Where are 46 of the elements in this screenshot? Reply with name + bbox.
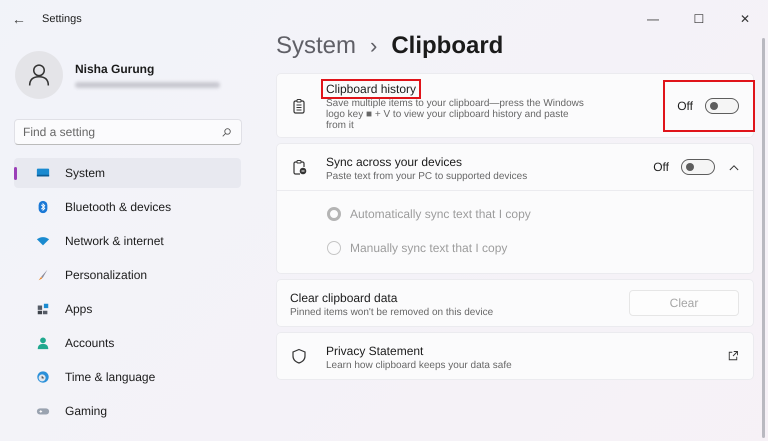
- window-title: Settings: [42, 13, 82, 25]
- shield-icon: [291, 348, 307, 364]
- setting-description: Learn how clipboard keeps your data safe: [326, 360, 513, 370]
- sidebar-item[interactable]: System: [14, 158, 241, 188]
- brush-icon: [36, 268, 50, 282]
- sidebar-item[interactable]: Personalization: [14, 260, 241, 290]
- maximize-button[interactable]: ☐: [676, 12, 722, 26]
- sidebar-item[interactable]: Bluetooth & devices: [14, 192, 241, 222]
- sidebar-item[interactable]: Gaming: [14, 396, 241, 426]
- radio-label: Manually sync text that I copy: [350, 241, 508, 255]
- setting-title: Clipboard history: [324, 82, 418, 96]
- radio-label: Automatically sync text that I copy: [350, 207, 531, 221]
- setting-title: Clear clipboard data: [290, 290, 398, 304]
- setting-title: Privacy Statement: [326, 344, 424, 358]
- toggle-state: Off: [653, 160, 669, 174]
- sidebar-item[interactable]: Accounts: [14, 328, 241, 358]
- avatar: [15, 51, 63, 99]
- breadcrumb-link[interactable]: System: [276, 32, 356, 60]
- search-icon: [221, 127, 232, 138]
- external-link-icon[interactable]: [727, 350, 739, 362]
- bluetooth-icon: [36, 200, 50, 214]
- scrollbar[interactable]: [762, 38, 765, 438]
- person-icon: [36, 336, 50, 350]
- toggle-switch[interactable]: [705, 98, 739, 114]
- back-button[interactable]: ←: [12, 11, 34, 27]
- toggle-state: Off: [677, 98, 693, 112]
- breadcrumb-separator: ›: [370, 33, 378, 59]
- sidebar-item[interactable]: Apps: [14, 294, 241, 324]
- clipboard-sync-icon: [291, 159, 307, 175]
- sidebar-item[interactable]: Time & language: [14, 362, 241, 392]
- user-name: Nisha Gurung: [75, 62, 156, 76]
- apps-icon: [36, 302, 50, 316]
- toggle-switch[interactable]: [681, 159, 715, 175]
- clipboard-icon: [291, 98, 307, 114]
- close-button[interactable]: ✕: [722, 12, 768, 26]
- clock-icon: [36, 370, 50, 384]
- page-title: Clipboard: [391, 32, 504, 60]
- search-field[interactable]: Find a setting: [14, 119, 242, 145]
- chevron-icon[interactable]: [729, 164, 739, 170]
- sidebar-item[interactable]: Network & internet: [14, 226, 241, 256]
- setting-description: Pinned items won't be removed on this device: [290, 306, 494, 318]
- wifi-icon: [36, 234, 50, 248]
- setting-title: Sync across your devices: [326, 154, 462, 168]
- minimize-button[interactable]: —: [630, 12, 676, 26]
- setting-description: Save multiple items to your clipboard—press the Windows logo key ■ + V to view your clipboard history and paste from it: [326, 98, 585, 131]
- setting-description: Paste text from your PC to supported devices: [326, 170, 528, 182]
